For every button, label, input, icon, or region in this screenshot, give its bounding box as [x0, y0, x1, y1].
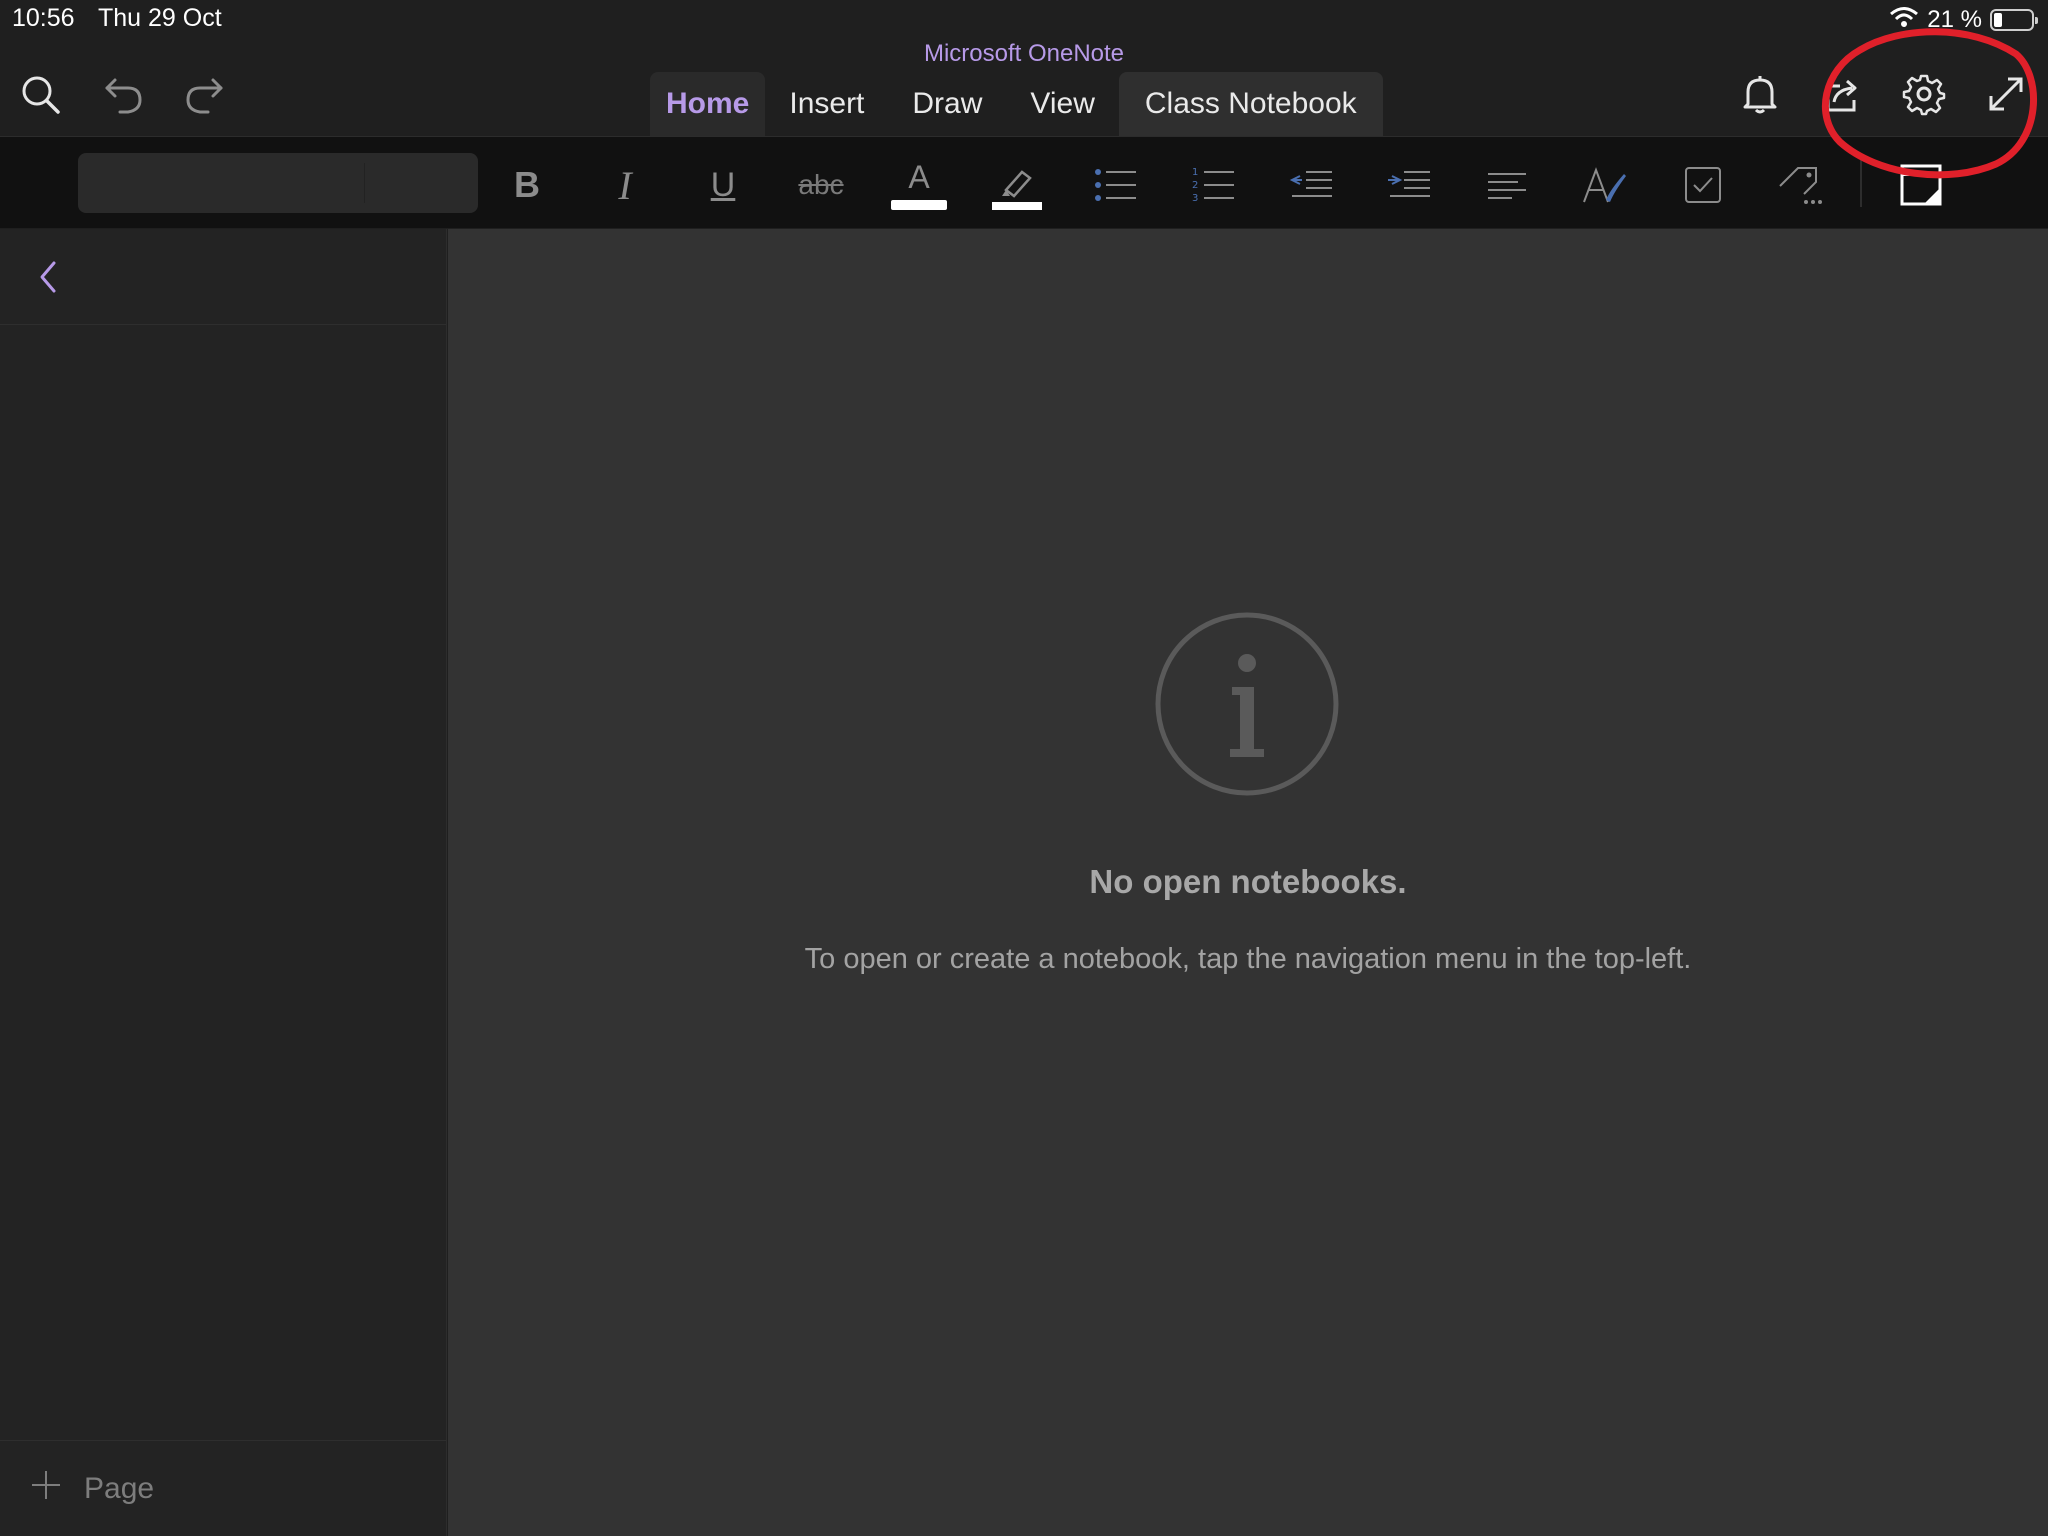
sidebar-header — [0, 229, 446, 325]
indent-button[interactable] — [1381, 157, 1437, 213]
svg-text:3: 3 — [1192, 193, 1198, 204]
underline-button[interactable]: U — [695, 157, 751, 213]
tab-insert[interactable]: Insert — [765, 72, 888, 136]
styles-icon — [1583, 167, 1626, 203]
italic-label: I — [618, 162, 632, 208]
font-color-label: A — [908, 159, 930, 195]
expand-icon[interactable] — [1980, 68, 2032, 120]
page-canvas: No open notebooks. To open or create a n… — [448, 229, 2048, 1536]
bold-button[interactable]: B — [499, 157, 555, 213]
highlight-button[interactable] — [989, 157, 1045, 213]
font-selector-divider — [364, 163, 365, 203]
share-icon[interactable] — [1816, 68, 1868, 120]
styles-button[interactable] — [1577, 157, 1633, 213]
checkbox-icon — [1685, 167, 1721, 203]
underline-label: U — [710, 165, 736, 204]
wifi-icon — [1889, 5, 1919, 36]
plus-icon — [30, 1469, 62, 1509]
battery-icon — [1990, 9, 2038, 31]
bell-icon[interactable] — [1734, 68, 1786, 120]
redo-icon[interactable] — [178, 68, 230, 120]
status-time: 10:56 — [12, 4, 75, 32]
bulleted-list-button[interactable] — [1087, 157, 1143, 213]
formatting-ribbon: B I U abc A 1 2 3 — [0, 136, 2048, 228]
tab-view[interactable]: View — [1006, 72, 1118, 136]
svg-text:2: 2 — [1192, 180, 1198, 191]
status-indicators: 21 % — [1889, 4, 2038, 36]
back-chevron-icon[interactable] — [26, 253, 70, 301]
undo-icon[interactable] — [98, 68, 150, 120]
todo-tag-button[interactable] — [1675, 157, 1731, 213]
tab-class-notebook[interactable]: Class Notebook — [1118, 72, 1383, 136]
empty-state-message: To open or create a notebook, tap the na… — [804, 943, 1692, 975]
outdent-icon — [1289, 171, 1332, 197]
page-color-icon — [1900, 164, 1942, 206]
strikethrough-label: abc — [798, 169, 844, 200]
ribbon-divider — [1860, 159, 1862, 207]
battery-percent: 21 % — [1927, 6, 1982, 33]
font-selector[interactable] — [78, 153, 478, 213]
font-color-button[interactable]: A — [891, 157, 947, 213]
numbered-list-icon: 1 2 3 — [1192, 167, 1234, 204]
align-left-icon — [1488, 173, 1526, 199]
ribbon-tabs: Home Insert Draw View Class Notebook — [650, 72, 1383, 136]
gear-icon[interactable] — [1898, 68, 1950, 120]
outdent-button[interactable] — [1283, 157, 1339, 213]
status-date: Thu 29 Oct — [98, 4, 222, 32]
empty-state-title: No open notebooks. — [1089, 863, 1407, 900]
tag-icon — [1779, 167, 1822, 204]
navigation-sidebar: Page — [0, 229, 447, 1536]
onenote-window: 10:56 Thu 29 Oct 21 % Microsoft OneNote … — [0, 0, 2048, 1536]
numbered-list-button[interactable]: 1 2 3 — [1185, 157, 1241, 213]
italic-button[interactable]: I — [597, 157, 653, 213]
strikethrough-button[interactable]: abc — [793, 157, 849, 213]
tab-draw[interactable]: Draw — [888, 72, 1006, 136]
tab-home[interactable]: Home — [650, 72, 766, 136]
bold-label: B — [514, 164, 540, 205]
sidebar-footer: Page — [0, 1440, 446, 1536]
tags-button[interactable] — [1773, 157, 1829, 213]
info-icon — [1155, 612, 1339, 796]
align-button[interactable] — [1479, 157, 1535, 213]
indent-icon — [1388, 171, 1430, 197]
add-page-label: Page — [84, 1471, 155, 1505]
bulleted-list-icon — [1095, 169, 1136, 201]
font-color-swatch: A — [891, 160, 947, 210]
search-icon[interactable] — [14, 68, 66, 120]
add-page-button[interactable]: Page — [0, 1469, 154, 1509]
page-color-button[interactable] — [1893, 157, 1949, 213]
svg-text:1: 1 — [1192, 167, 1198, 178]
app-title: Microsoft OneNote — [923, 40, 1125, 67]
highlighter-icon — [992, 170, 1042, 210]
